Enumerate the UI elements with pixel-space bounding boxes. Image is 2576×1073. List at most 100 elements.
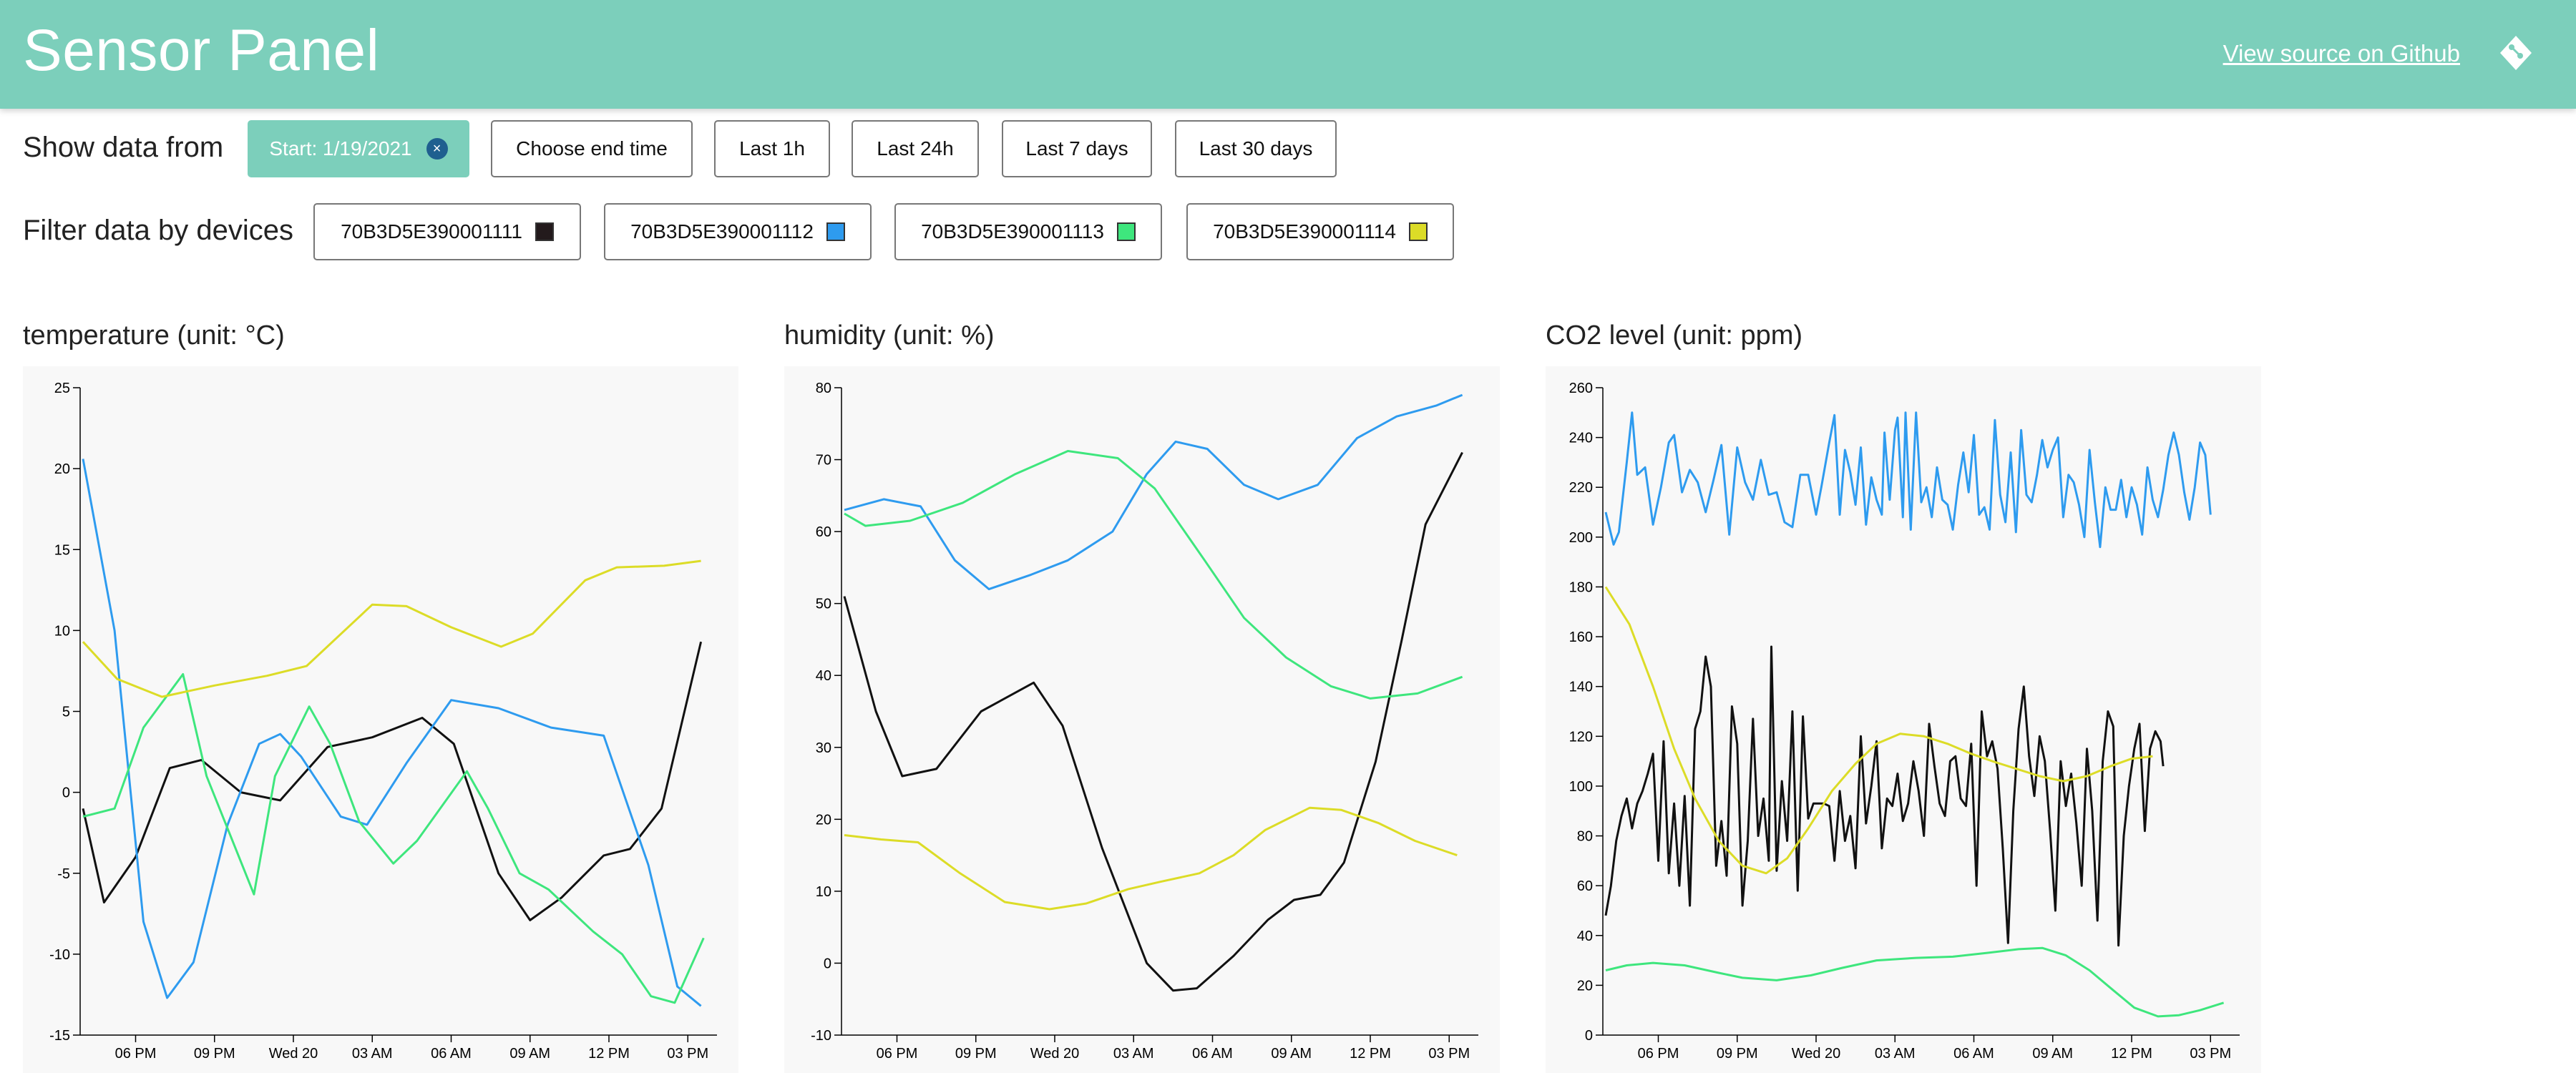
- x-tick-label: Wed 20: [1030, 1046, 1080, 1062]
- y-tick-label: 120: [1569, 729, 1593, 745]
- y-tick-label: 260: [1569, 381, 1593, 396]
- y-tick-label: 20: [1577, 978, 1593, 994]
- y-tick-label: 15: [54, 542, 70, 558]
- x-tick-label: 09 PM: [955, 1046, 997, 1062]
- y-tick-label: 10: [816, 884, 831, 900]
- time-filter-label: Show data from: [23, 132, 224, 163]
- x-tick-label: Wed 20: [1792, 1046, 1841, 1062]
- git-icon[interactable]: [2499, 34, 2533, 72]
- series-line-3: [844, 450, 1463, 700]
- y-tick-label: 5: [62, 705, 70, 720]
- y-tick-label: 160: [1569, 629, 1593, 645]
- x-tick-label: 09 PM: [1717, 1046, 1758, 1062]
- x-tick-label: 12 PM: [588, 1046, 630, 1062]
- x-tick-label: 06 AM: [1192, 1046, 1233, 1062]
- series-line-3: [82, 673, 705, 1004]
- temperature-chart: -15 -10 -5 0 5 10 15 20 25 06 PM 09 PM Wed 20 03 AM 0…: [23, 366, 738, 1073]
- x-tick-label: 06 PM: [1638, 1046, 1679, 1062]
- x-tick-label: 03 AM: [352, 1046, 393, 1062]
- device-color-swatch: [826, 222, 845, 241]
- y-tick-label: 240: [1569, 431, 1593, 446]
- y-tick-label: -10: [811, 1028, 831, 1044]
- temperature-chart-title: temperature (unit: °C): [23, 320, 285, 351]
- x-tick-label: 12 PM: [1350, 1046, 1391, 1062]
- y-tick-label: 0: [62, 785, 70, 801]
- y-tick-label: -15: [49, 1028, 70, 1044]
- y-tick-label: 25: [54, 381, 70, 396]
- y-tick-label: 140: [1569, 680, 1593, 695]
- series-line-1: [1604, 411, 2212, 549]
- y-tick-label: 180: [1569, 579, 1593, 595]
- x-tick-label: 03 PM: [1428, 1046, 1470, 1062]
- series-line-3: [1605, 946, 2225, 1018]
- series-line-4: [844, 806, 1458, 911]
- x-tick-label: 03 AM: [1113, 1046, 1154, 1062]
- device-toggle-1114[interactable]: 70B3D5E390001114: [1186, 203, 1454, 260]
- series-line-2: [82, 459, 702, 1007]
- x-tick-label: Wed 20: [269, 1046, 318, 1062]
- series-line-2: [1604, 645, 2165, 947]
- x-tick-label: 09 AM: [2032, 1046, 2073, 1062]
- y-tick-label: 200: [1569, 530, 1593, 546]
- co2-chart-svg: 0 20 40 60 80 100 120 140 160 180 200 220 240 260 06 P…: [1569, 381, 2240, 1062]
- co2-chart-title: CO2 level (unit: ppm): [1546, 320, 1803, 351]
- device-id: 70B3D5E390001114: [1213, 220, 1396, 242]
- device-id: 70B3D5E390001113: [921, 220, 1104, 242]
- x-tick-label: 09 AM: [509, 1046, 550, 1062]
- y-tick-label: 40: [816, 668, 831, 684]
- x-tick-label: 09 PM: [194, 1046, 235, 1062]
- y-tick-label: 50: [816, 597, 831, 612]
- series-line-4: [1604, 586, 2153, 875]
- y-tick-label: 80: [816, 381, 831, 396]
- y-tick-label: 60: [816, 524, 831, 540]
- humidity-chart: -10 0 10 20 30 40 50 60 70 80 06 PM 09 PM Wed 20 03 A…: [784, 366, 1500, 1073]
- y-tick-label: 220: [1569, 480, 1593, 496]
- temperature-chart-svg: -15 -10 -5 0 5 10 15 20 25 06 PM 09 PM Wed 20 03 AM 0…: [49, 381, 717, 1062]
- y-tick-label: 20: [54, 461, 70, 477]
- y-tick-label: 40: [1577, 929, 1593, 944]
- app-header: Sensor Panel View source on Github: [0, 0, 2576, 109]
- device-color-swatch: [1116, 222, 1136, 241]
- device-toggle-1111[interactable]: 70B3D5E390001111: [313, 203, 581, 260]
- device-toggle-1113[interactable]: 70B3D5E390001113: [894, 203, 1162, 260]
- page-title: Sensor Panel: [23, 18, 380, 83]
- humidity-chart-svg: -10 0 10 20 30 40 50 60 70 80 06 PM 09 PM Wed 20 03 A…: [811, 381, 1478, 1062]
- last-1h-button[interactable]: Last 1h: [714, 120, 830, 177]
- co2-chart: 0 20 40 60 80 100 120 140 160 180 200 220 240 260 06 P…: [1546, 366, 2261, 1073]
- y-tick-label: 60: [1577, 878, 1593, 894]
- y-tick-label: -5: [57, 866, 70, 882]
- device-id: 70B3D5E390001112: [630, 220, 814, 242]
- choose-end-time-button[interactable]: Choose end time: [491, 120, 693, 177]
- start-date-button[interactable]: Start: 1/19/2021 ×: [248, 120, 469, 177]
- x-tick-label: 06 AM: [1953, 1046, 1994, 1062]
- y-tick-label: 30: [816, 740, 831, 756]
- x-tick-label: 06 PM: [115, 1046, 157, 1062]
- device-id: 70B3D5E390001111: [341, 220, 522, 242]
- y-tick-label: 0: [824, 956, 831, 971]
- x-tick-label: 03 AM: [1875, 1046, 1916, 1062]
- y-tick-label: -10: [49, 947, 70, 963]
- x-tick-label: 03 PM: [2190, 1046, 2231, 1062]
- device-filter-label: Filter data by devices: [23, 215, 293, 246]
- y-tick-label: 80: [1577, 829, 1593, 845]
- series-line-4: [82, 559, 701, 698]
- y-tick-label: 0: [1585, 1028, 1593, 1044]
- x-tick-label: 12 PM: [2111, 1046, 2152, 1062]
- x-tick-label: 03 PM: [667, 1046, 708, 1062]
- y-tick-label: 20: [816, 812, 831, 828]
- device-color-swatch: [535, 222, 554, 241]
- y-tick-label: 10: [54, 623, 70, 639]
- last-7-days-button[interactable]: Last 7 days: [1002, 120, 1152, 177]
- x-tick-label: 09 AM: [1271, 1046, 1312, 1062]
- start-date-label: Start: 1/19/2021: [269, 137, 412, 160]
- x-tick-label: 06 AM: [431, 1046, 472, 1062]
- github-link[interactable]: View source on Github: [2223, 40, 2460, 67]
- x-tick-label: 06 PM: [877, 1046, 918, 1062]
- y-tick-label: 100: [1569, 779, 1593, 795]
- clear-start-icon[interactable]: ×: [426, 138, 448, 160]
- series-line-2: [844, 393, 1463, 591]
- last-24h-button[interactable]: Last 24h: [852, 120, 979, 177]
- y-tick-label: 70: [816, 453, 831, 469]
- device-toggle-1112[interactable]: 70B3D5E390001112: [604, 203, 872, 260]
- last-30-days-button[interactable]: Last 30 days: [1175, 120, 1337, 177]
